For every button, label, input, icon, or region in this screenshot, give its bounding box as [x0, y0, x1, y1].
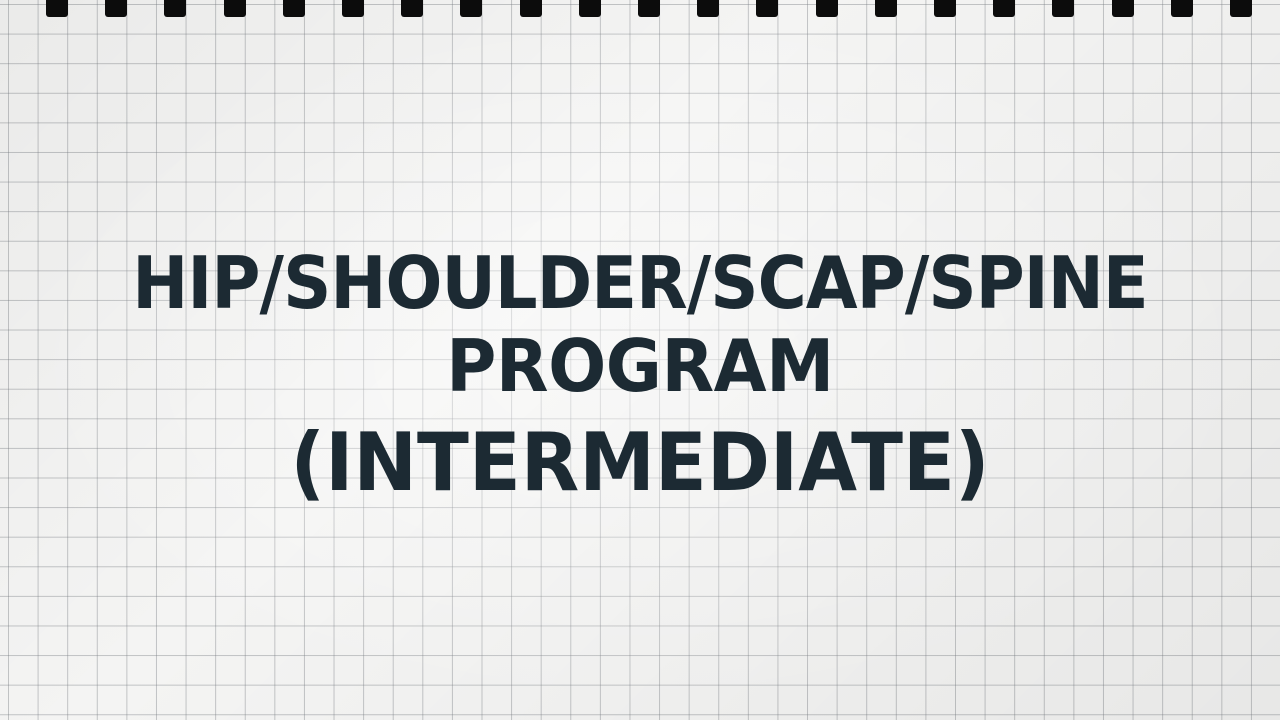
binding-hole — [105, 0, 128, 17]
binding-hole — [815, 0, 838, 17]
title-line-3: (INTERMEDIATE) — [290, 416, 990, 509]
binding-hole — [638, 0, 660, 17]
binding-hole — [164, 0, 187, 17]
title-block: HIP/SHOULDER/SCAP/SPINE PROGRAM (INTERME… — [0, 238, 1280, 522]
binding-hole — [1170, 0, 1193, 17]
spiral-binding — [0, 0, 1280, 24]
binding-hole — [282, 0, 305, 17]
binding-hole — [756, 0, 779, 17]
title-line-1: HIP/SHOULDER/SCAP/SPINE — [132, 241, 1148, 325]
binding-hole — [223, 0, 246, 17]
binding-hole — [697, 0, 720, 17]
binding-hole — [934, 0, 956, 17]
binding-hole — [1052, 0, 1075, 17]
binding-hole — [519, 0, 542, 17]
binding-hole — [1230, 0, 1252, 17]
binding-hole — [46, 0, 68, 17]
binding-hole — [401, 0, 424, 17]
binding-hole — [1111, 0, 1134, 17]
binding-hole — [460, 0, 483, 17]
binding-hole — [578, 0, 601, 17]
binding-hole — [874, 0, 897, 17]
binding-hole — [993, 0, 1016, 17]
title-line-2: PROGRAM — [446, 324, 834, 408]
binding-hole — [342, 0, 364, 17]
